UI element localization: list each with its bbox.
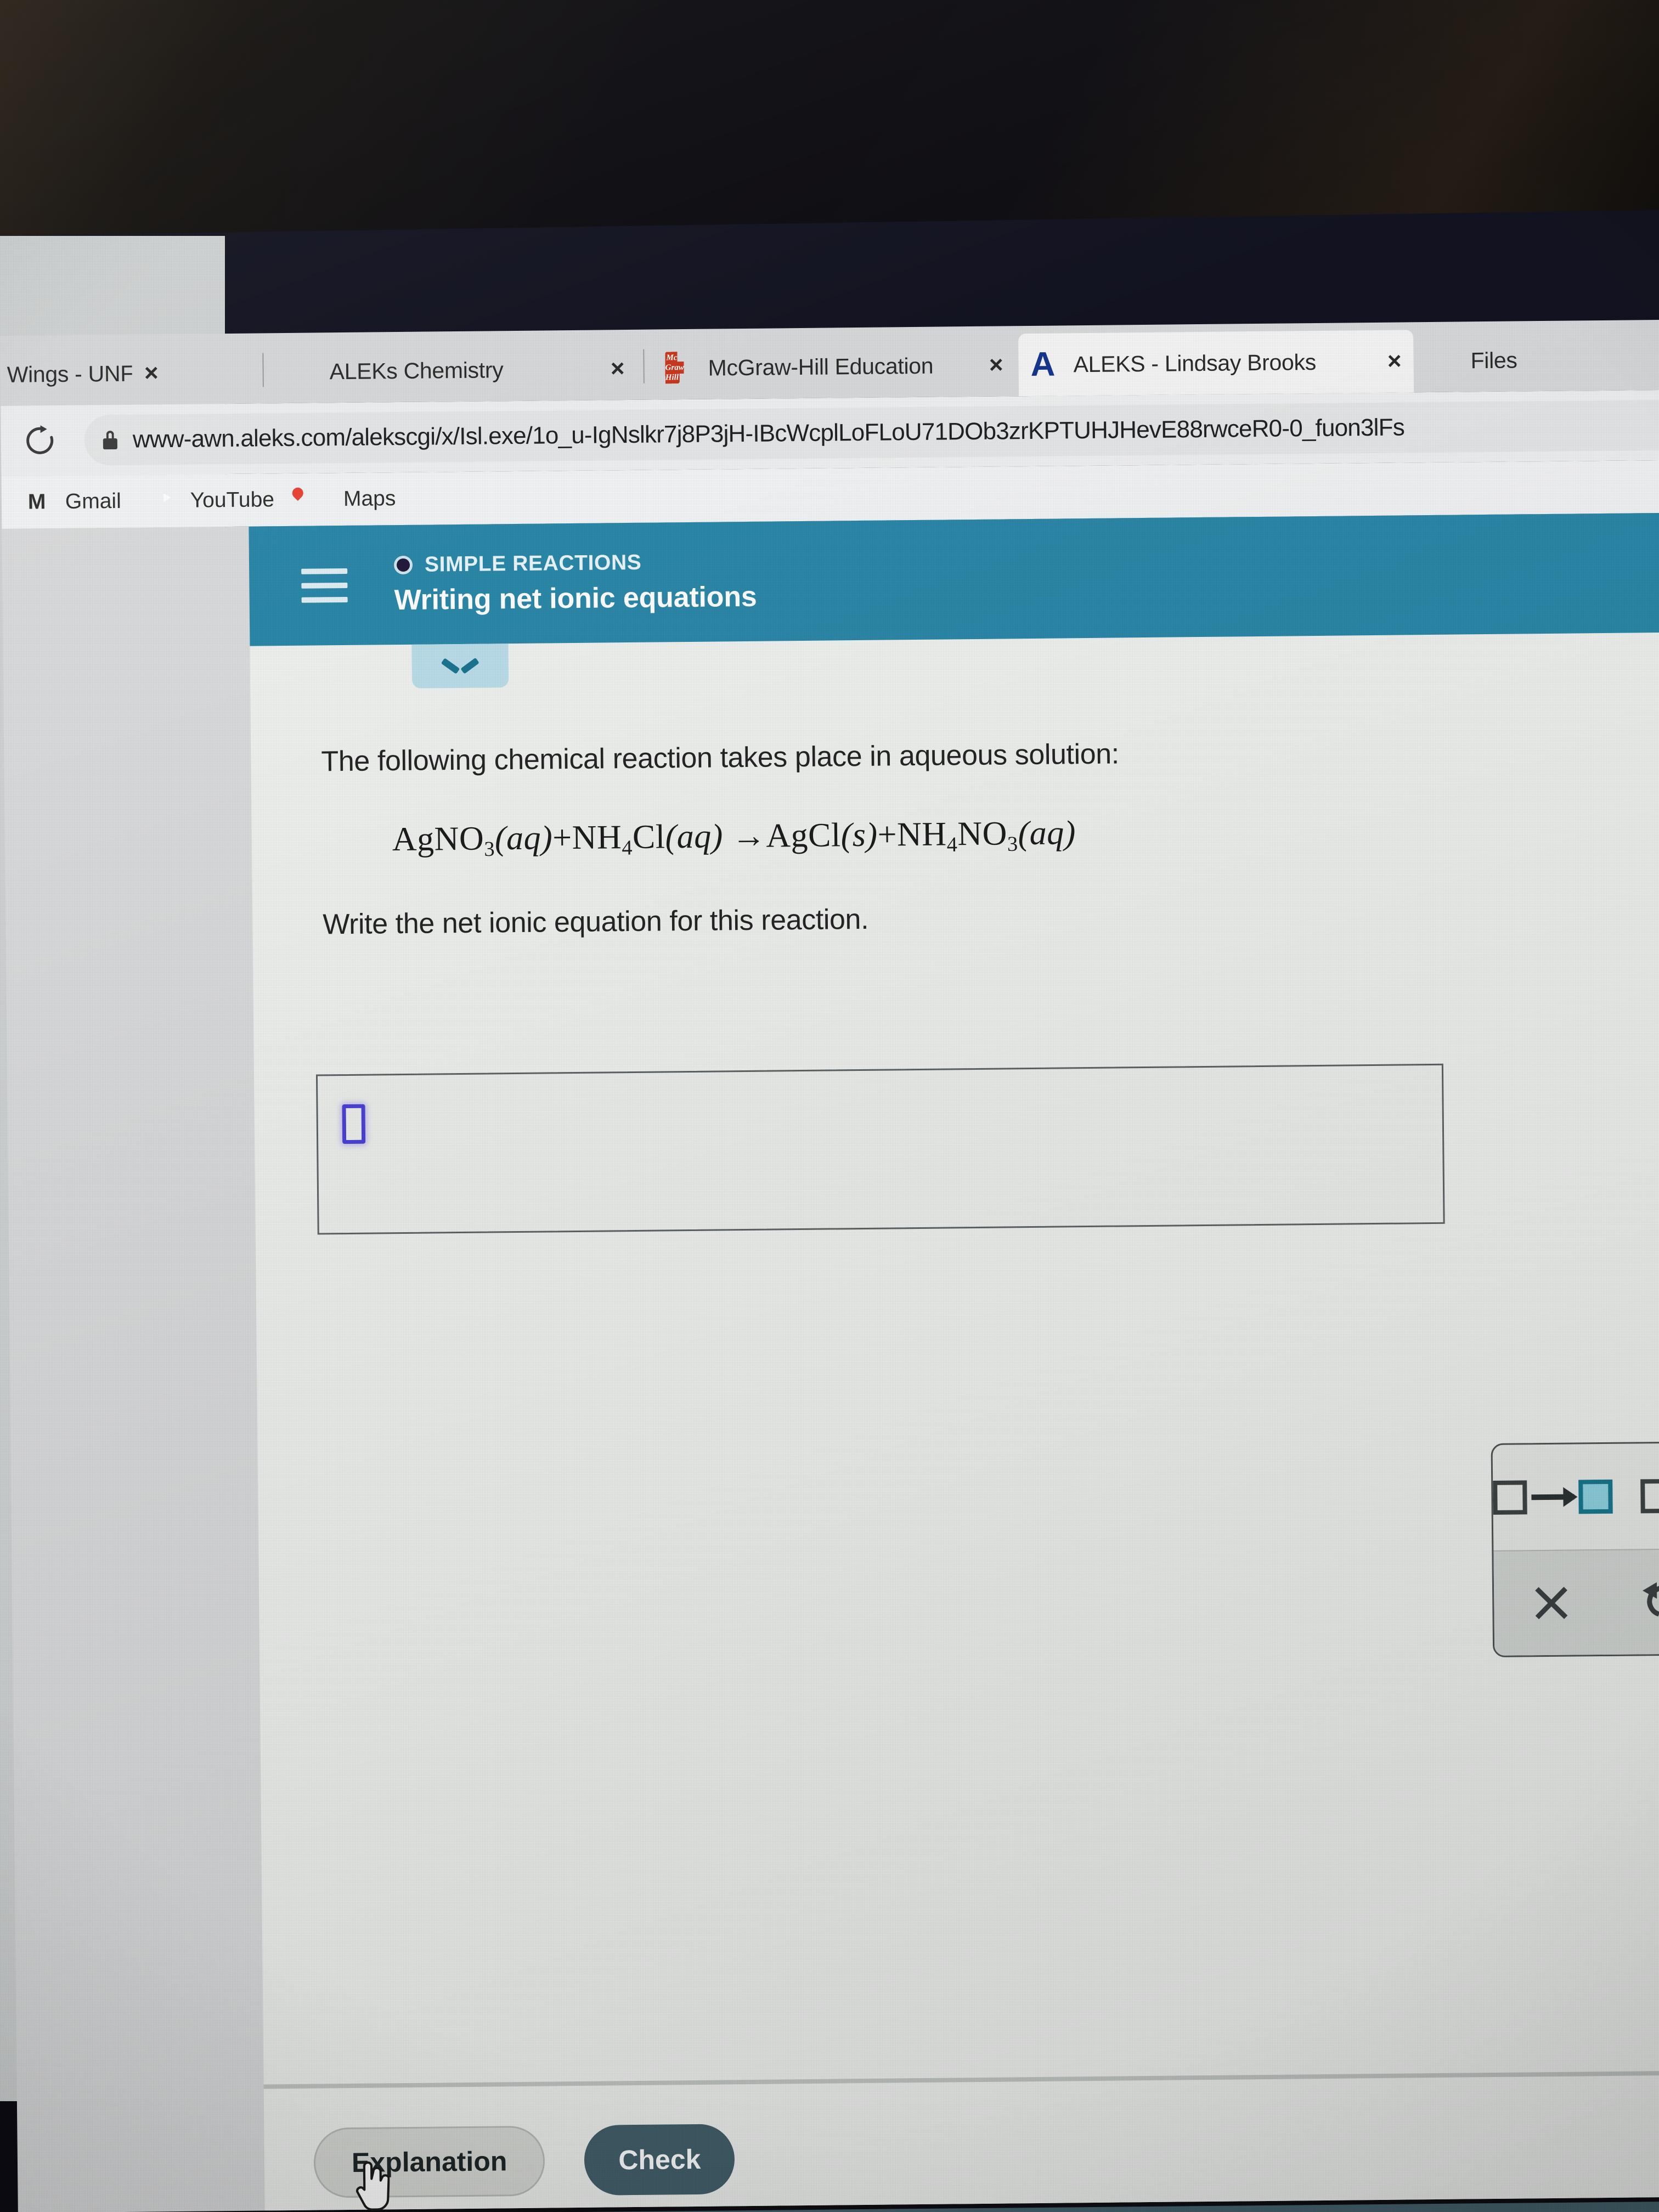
plus-sign: + <box>552 819 572 857</box>
laptop-screen-photo: Wings - UNF × ALEKs Chemistry × Mc Graw Hi… <box>0 0 1659 2212</box>
google-maps-icon <box>306 486 332 512</box>
chemical-equation: AgNO3(aq)+NH4Cl(aq) →AgCl(s)+NH4NO3(aq) <box>392 809 1530 862</box>
tab-separator <box>643 349 645 383</box>
equation-toolbar <box>1491 1441 1659 1657</box>
bookmark-gmail[interactable]: M Gmail <box>28 488 121 516</box>
undo-arrow-icon <box>1642 1581 1659 1623</box>
youtube-icon <box>153 488 179 514</box>
bookmark-maps[interactable]: Maps <box>306 486 396 513</box>
tab-close-icon[interactable]: × <box>989 351 1003 378</box>
address-bar[interactable]: www-awn.aleks.com/alekscgi/x/Isl.exe/1o_… <box>84 399 1659 466</box>
tab-mcgraw-hill[interactable]: Mc Graw Hill McGraw-Hill Education × <box>653 334 1015 399</box>
tab-title: ALEKS - Lindsay Brooks <box>1073 349 1317 377</box>
close-icon <box>1531 1584 1570 1623</box>
topic-kicker: SIMPLE REACTIONS <box>424 550 642 577</box>
browser-window: Wings - UNF × ALEKs Chemistry × Mc Graw Hi… <box>0 319 1659 2212</box>
empty-square-icon <box>1640 1479 1659 1514</box>
lock-icon <box>103 431 117 450</box>
arrow-right-icon <box>1531 1494 1575 1500</box>
collapse-toggle[interactable] <box>411 644 509 689</box>
mcgraw-hill-icon: Mc Graw Hill <box>665 352 696 384</box>
answer-input[interactable] <box>315 1063 1445 1235</box>
tab-separator <box>262 353 264 387</box>
canvas-icon <box>286 356 318 387</box>
tab-close-icon[interactable]: × <box>611 355 625 382</box>
product-2: NH4NO3(aq) <box>896 814 1076 857</box>
hamburger-menu-icon[interactable] <box>301 568 348 603</box>
clear-button[interactable] <box>1494 1583 1608 1623</box>
plus-sign: + <box>877 816 898 854</box>
reactant-2: NH4Cl(aq) <box>572 817 724 860</box>
mouse-cursor <box>353 2157 390 2212</box>
product-1: AgCl(s) <box>765 816 878 855</box>
tab-title: Files <box>1470 347 1517 373</box>
tab-wings-unf[interactable]: Wings - UNF × <box>0 342 171 407</box>
topic-dot-icon <box>393 555 413 575</box>
reload-icon[interactable] <box>24 424 58 458</box>
tab-title: ALEKs Chemistry <box>329 357 504 384</box>
canvas-icon <box>1427 345 1459 376</box>
url-text: www-awn.aleks.com/alekscgi/x/Isl.exe/1o_… <box>132 414 1405 453</box>
bookmark-label: Gmail <box>65 489 121 514</box>
chevron-down-icon <box>445 658 476 675</box>
explanation-button[interactable]: Explanation <box>313 2125 545 2198</box>
empty-square-icon <box>1493 1480 1527 1515</box>
aleks-icon: A <box>1030 345 1056 383</box>
tab-files[interactable]: Files <box>1415 327 1659 392</box>
web-page-viewport: SIMPLE REACTIONS Writing net ionic equat… <box>2 512 1659 2212</box>
square-with-charge-button[interactable] <box>1612 1479 1659 1514</box>
filled-square-icon <box>1578 1479 1613 1514</box>
aleks-topic-header: SIMPLE REACTIONS Writing net ionic equat… <box>249 512 1659 646</box>
question-content: The following chemical reaction takes pl… <box>321 733 1530 941</box>
tab-close-icon[interactable]: × <box>144 359 159 386</box>
reaction-arrow-button[interactable] <box>1493 1479 1613 1515</box>
tab-aleks-chemistry[interactable]: ALEKs Chemistry × <box>274 337 637 403</box>
gmail-icon: M <box>27 490 46 514</box>
bookmark-label: YouTube <box>190 488 275 512</box>
tab-title: Wings - UNF <box>7 360 133 387</box>
tab-close-icon[interactable]: × <box>1387 347 1402 374</box>
page-title: Writing net ionic equations <box>394 580 757 617</box>
tab-aleks-lindsay-brooks[interactable]: A ALEKS - Lindsay Brooks × <box>1018 330 1414 397</box>
bookmark-label: Maps <box>343 487 396 511</box>
empty-answer-placeholder-icon <box>342 1104 366 1144</box>
reactant-1: AgNO3(aq) <box>392 819 553 861</box>
tab-title: McGraw-Hill Education <box>708 353 934 381</box>
reaction-arrow-icon: → <box>731 817 766 855</box>
bookmark-youtube[interactable]: YouTube <box>153 487 275 514</box>
undo-button[interactable] <box>1607 1581 1659 1623</box>
check-button[interactable]: Check <box>584 2124 736 2196</box>
